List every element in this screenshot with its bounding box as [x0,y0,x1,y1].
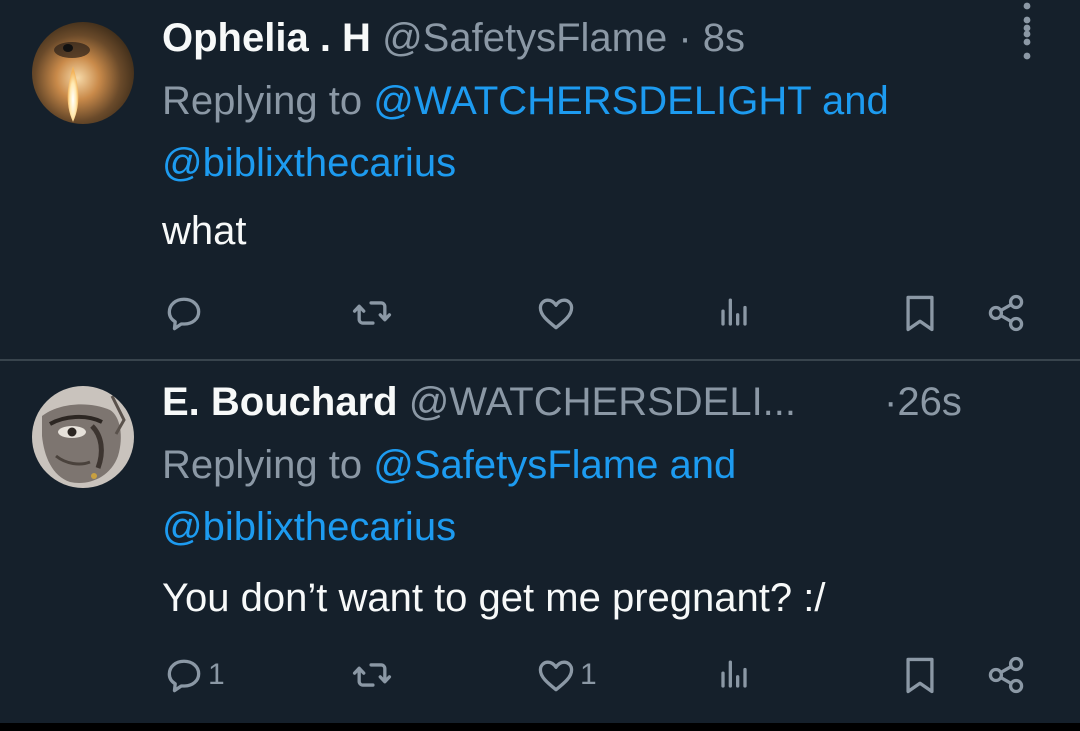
share-button[interactable] [984,288,1028,338]
more-options-button[interactable] [1014,0,1040,40]
portrait-avatar-image [32,386,134,488]
display-name[interactable]: E. Bouchard [162,380,398,424]
retweet-button[interactable] [350,288,396,338]
like-count: 1 [580,658,597,691]
display-name[interactable]: Ophelia . H [162,16,371,60]
mention-link[interactable]: @biblixthecarius [162,141,456,185]
share-icon [988,294,1024,332]
reply-icon [167,659,201,693]
share-button[interactable] [984,650,1028,700]
tweet[interactable]: Ophelia . H @SafetysFlame · 8s Replying … [0,0,1080,359]
replying-to-line: Replying to @SafetysFlame and [162,434,736,496]
reply-count: 1 [208,658,225,691]
bookmark-button[interactable] [898,288,942,338]
avatar[interactable] [32,386,134,488]
bookmark-icon [906,295,934,332]
tweet-text: what [162,209,247,253]
tweet-actions: 1 1 [0,650,1080,700]
tweet-text: You don’t want to get me pregnant? :/ [162,576,826,620]
tweet[interactable]: E. Bouchard @WATCHERSDELI... ·26s Replyi… [0,361,1080,723]
reply-joiner[interactable]: and [811,79,889,123]
mention-link[interactable]: @SafetysFlame [373,443,658,487]
views-button[interactable] [712,288,756,338]
timestamp[interactable]: 8s [703,16,745,60]
retweet-icon [352,301,392,325]
reply-button[interactable]: 1 [162,650,225,700]
reply-button[interactable] [162,288,208,338]
like-button[interactable] [534,288,580,338]
views-icon [721,298,747,326]
separator-dot: · [884,380,898,424]
replying-to-label: Replying to [162,79,374,123]
candle-avatar-image [32,22,134,124]
bookmark-icon [906,657,934,694]
views-icon [721,660,747,688]
tweet-feed: Ophelia . H @SafetysFlame · 8s Replying … [0,0,1080,731]
reply-icon [167,297,201,331]
time-wrap: ·26s [884,378,962,426]
views-button[interactable] [712,650,756,700]
share-icon [988,656,1024,694]
like-button[interactable]: 1 [534,650,597,700]
user-handle[interactable]: @SafetysFlame [382,16,667,60]
replying-to-line: Replying to @WATCHERSDELIGHT and [162,70,889,132]
retweet-icon [352,663,392,687]
replying-to-label: Replying to [162,443,374,487]
tweet-header: E. Bouchard @WATCHERSDELI... ·26s [162,378,962,426]
bookmark-button[interactable] [898,650,942,700]
tweet-header: Ophelia . H @SafetysFlame · 8s [162,14,745,62]
tweet-actions [0,288,1080,338]
more-icon [1023,2,1031,38]
bottom-edge [0,723,1080,731]
reply-joiner[interactable]: and [658,443,736,487]
retweet-button[interactable] [350,650,396,700]
like-icon [538,660,574,692]
replying-to-line-2: @biblixthecarius [162,496,456,558]
mention-link[interactable]: @biblixthecarius [162,505,456,549]
user-handle[interactable]: @WATCHERSDELI... [409,380,796,424]
separator-dot: · [678,16,692,60]
like-icon [538,298,574,330]
avatar[interactable] [32,22,134,124]
replying-to-line-2: @biblixthecarius [162,132,456,194]
mention-link[interactable]: @WATCHERSDELIGHT [373,79,811,123]
timestamp[interactable]: 26s [897,380,962,424]
